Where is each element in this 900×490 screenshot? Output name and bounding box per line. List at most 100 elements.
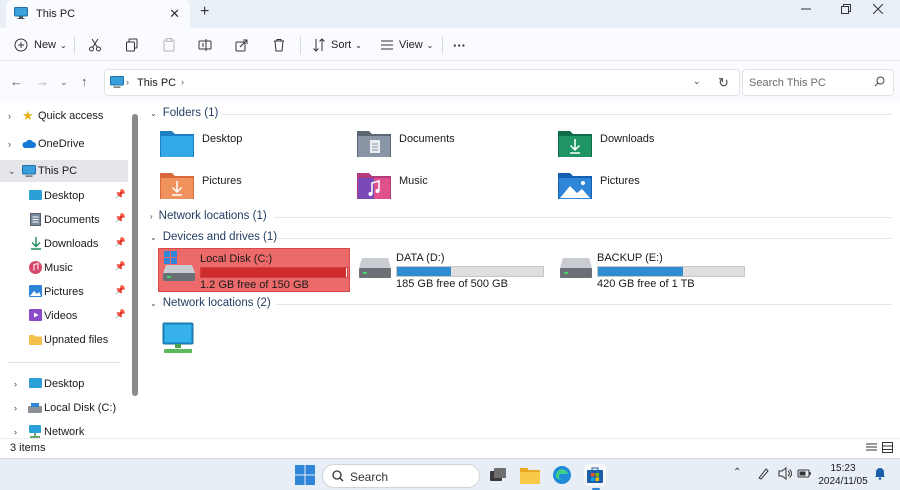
sort-button[interactable]: Sort ⌄ — [312, 35, 362, 55]
drive-data-d[interactable]: DATA (D:) 185 GB free of 500 GB — [355, 248, 547, 292]
pin-icon[interactable]: 📌 — [115, 213, 126, 224]
folder-music[interactable]: Music — [357, 171, 547, 207]
address-bar[interactable]: › This PC › ⌄ ↻ — [104, 69, 740, 96]
music-icon — [29, 261, 42, 277]
folder-label: Desktop — [202, 133, 243, 145]
chevron-down-icon[interactable]: ⌄ — [8, 166, 16, 177]
sort-icon — [313, 38, 325, 52]
sidebar-item-onedrive[interactable]: › OneDrive — [0, 133, 128, 155]
sidebar-item-desktop-root[interactable]: › Desktop — [0, 373, 128, 395]
pin-icon[interactable]: 📌 — [115, 309, 126, 320]
cloud-icon — [21, 139, 36, 152]
chevron-down-icon[interactable]: ⌄ — [150, 299, 157, 308]
details-view-icon[interactable] — [866, 443, 877, 456]
group-header-network-locations-2[interactable]: ⌄ Network locations (2) — [150, 297, 271, 309]
content-pane: ⌄ Folders (1) Desktop Documents Download… — [140, 102, 900, 438]
chevron-down-icon[interactable]: ⌄ — [150, 233, 157, 242]
chevron-right-icon[interactable]: › — [8, 111, 11, 121]
group-header-folders[interactable]: ⌄ Folders (1) — [150, 107, 218, 119]
folder-pictures[interactable]: Pictures — [558, 171, 748, 207]
show-hidden-icons-chevron-icon[interactable]: ⌃ — [733, 467, 741, 478]
chevron-right-icon[interactable]: › — [8, 139, 11, 149]
sidebar-item-desktop[interactable]: Desktop 📌 — [0, 185, 128, 207]
delete-button[interactable] — [272, 35, 286, 55]
tab-this-pc[interactable]: This PC ✕ — [6, 0, 190, 28]
copy-button[interactable] — [125, 35, 139, 55]
network-location-item[interactable] — [161, 322, 195, 356]
pin-icon[interactable]: 📌 — [115, 189, 126, 200]
taskbar-search[interactable]: Search — [322, 464, 480, 488]
notification-bell-icon[interactable] — [874, 467, 886, 483]
sidebar-item-pictures[interactable]: Pictures 📌 — [0, 281, 128, 303]
sidebar-item-videos[interactable]: Videos 📌 — [0, 305, 128, 327]
recent-locations-chevron-icon[interactable]: ⌄ — [60, 77, 68, 88]
folder-desktop[interactable]: Desktop — [160, 129, 350, 165]
chevron-down-icon[interactable]: ⌄ — [150, 109, 157, 118]
group-header-devices-and-drives[interactable]: ⌄ Devices and drives (1) — [150, 231, 277, 243]
start-windows-icon[interactable] — [294, 464, 316, 486]
pin-icon[interactable]: 📌 — [115, 237, 126, 248]
music-folder-icon — [357, 171, 391, 202]
cut-button[interactable] — [88, 35, 102, 55]
group-divider — [274, 217, 892, 218]
minimize-button[interactable] — [786, 2, 826, 17]
pen-menu-icon[interactable] — [757, 467, 770, 483]
chevron-right-icon[interactable]: › — [14, 403, 17, 413]
view-button[interactable]: View ⌄ — [380, 35, 433, 55]
sidebar-item-documents[interactable]: Documents 📌 — [0, 209, 128, 231]
star-icon: ★ — [22, 108, 34, 123]
search-input[interactable]: Search This PC — [742, 69, 894, 96]
tiles-view-icon[interactable] — [882, 442, 893, 456]
more-options-button[interactable]: ··· — [453, 35, 466, 55]
back-arrow-icon[interactable]: ← — [10, 74, 23, 89]
up-arrow-icon[interactable]: ↑ — [81, 74, 88, 89]
address-dropdown-icon[interactable]: ⌄ — [693, 76, 701, 87]
sidebar-item-label: Downloads — [44, 238, 99, 250]
folder-pictures-download[interactable]: Pictures — [160, 171, 350, 207]
task-view-icon[interactable] — [487, 464, 509, 486]
chevron-right-icon[interactable]: › — [14, 427, 17, 437]
close-window-button[interactable] — [858, 2, 898, 17]
sidebar-scrollbar[interactable] — [132, 114, 138, 396]
sidebar-item-label: Music — [44, 262, 73, 274]
store-icon[interactable] — [584, 464, 606, 486]
copy-icon — [126, 38, 138, 52]
drive-usage-bar — [396, 266, 544, 277]
rename-button[interactable] — [198, 35, 212, 55]
breadcrumb-chevron-icon: › — [126, 77, 129, 87]
drive-name: Local Disk (C:) — [200, 253, 273, 265]
share-button[interactable] — [235, 35, 249, 55]
edge-browser-icon[interactable] — [551, 464, 573, 486]
group-header-network-locations-1[interactable]: › Network locations (1) — [150, 210, 267, 222]
sidebar-item-upnated-files[interactable]: Upnated files — [0, 329, 128, 351]
forward-arrow-icon[interactable]: → — [36, 74, 49, 89]
new-button[interactable]: New ⌄ — [14, 35, 67, 55]
speaker-icon[interactable] — [778, 467, 792, 483]
sidebar-item-this-pc[interactable]: ⌄ This PC — [0, 160, 128, 182]
system-clock[interactable]: 15:23 2024/11/05 — [818, 462, 868, 488]
pin-icon[interactable]: 📌 — [115, 261, 126, 272]
sidebar-item-downloads[interactable]: Downloads 📌 — [0, 233, 128, 255]
new-tab-button[interactable]: + — [200, 3, 209, 21]
refresh-icon[interactable]: ↻ — [718, 75, 729, 91]
chevron-right-icon[interactable]: › — [150, 212, 153, 221]
battery-icon[interactable] — [797, 467, 811, 483]
drive-backup-e[interactable]: BACKUP (E:) 420 GB free of 1 TB — [556, 248, 748, 292]
new-label: New — [34, 39, 57, 51]
breadcrumb-this-pc[interactable]: This PC — [137, 77, 176, 89]
breadcrumb-chevron-icon[interactable]: › — [181, 77, 184, 87]
sidebar-item-music[interactable]: Music 📌 — [0, 257, 128, 279]
search-icon[interactable] — [874, 76, 885, 90]
folder-documents[interactable]: Documents — [357, 129, 547, 165]
folder-downloads[interactable]: Downloads — [558, 129, 748, 165]
chevron-right-icon[interactable]: › — [14, 379, 17, 389]
close-tab-icon[interactable]: ✕ — [169, 6, 180, 22]
pin-icon[interactable]: 📌 — [115, 285, 126, 296]
paste-button[interactable] — [162, 35, 176, 55]
file-explorer-icon[interactable] — [519, 464, 541, 486]
view-icon — [381, 40, 393, 50]
sidebar-item-local-disk[interactable]: › Local Disk (C:) — [0, 397, 128, 419]
download-icon — [30, 237, 42, 253]
sidebar-item-quick-access[interactable]: › ★ Quick access — [0, 105, 128, 127]
drive-local-disk-c[interactable]: Local Disk (C:) 1.2 GB free of 150 GB — [158, 248, 350, 292]
